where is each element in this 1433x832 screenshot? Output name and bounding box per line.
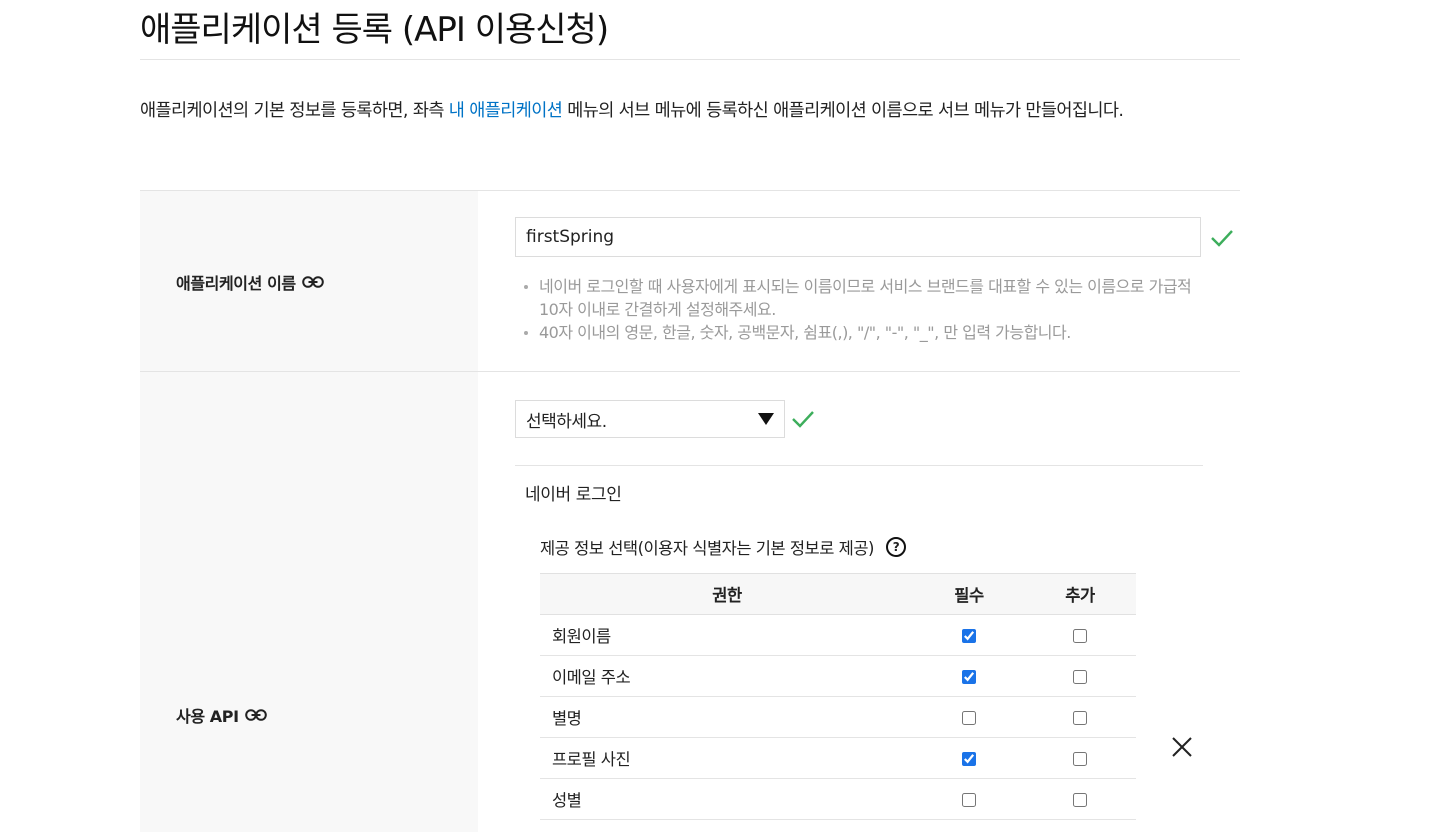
- my-applications-link[interactable]: 내 애플리케이션: [449, 101, 563, 121]
- permission-name: 프로필 사진: [540, 737, 914, 779]
- app-name-label: 애플리케이션 이름: [176, 270, 324, 294]
- api-label-cell: 사용 API: [140, 372, 478, 832]
- intro-text: 애플리케이션의 기본 정보를 등록하면, 좌측 내 애플리케이션 메뉴의 서브 …: [140, 93, 1240, 130]
- column-header-optional: 추가: [1024, 573, 1136, 615]
- required-checkbox[interactable]: [962, 711, 976, 725]
- required-checkbox[interactable]: [962, 793, 976, 807]
- table-row: 성별: [540, 778, 1136, 820]
- selected-api-name: 네이버 로그인: [525, 485, 622, 505]
- optional-checkbox[interactable]: [1073, 752, 1087, 766]
- table-row: 이메일 주소: [540, 655, 1136, 697]
- app-name-label-text: 애플리케이션 이름: [176, 274, 296, 293]
- api-label: 사용 API: [176, 703, 267, 727]
- api-label-text: 사용 API: [176, 707, 239, 726]
- permission-table: 권한 필수 추가 회원이름 이메일 주소 별명 프로필 사진 성별: [540, 573, 1136, 820]
- page-title: 애플리케이션 등록 (API 이용신청): [140, 10, 609, 50]
- required-checkbox[interactable]: [962, 752, 976, 766]
- optional-checkbox[interactable]: [1073, 670, 1087, 684]
- optional-checkbox[interactable]: [1073, 711, 1087, 725]
- permission-name: 별명: [540, 696, 914, 738]
- check-icon: [1211, 230, 1233, 247]
- provided-info-heading-text: 제공 정보 선택(이용자 식별자는 기본 정보로 제공): [540, 539, 874, 558]
- app-name-input[interactable]: [515, 217, 1201, 257]
- table-row: 회원이름: [540, 614, 1136, 656]
- provided-info-heading: 제공 정보 선택(이용자 식별자는 기본 정보로 제공) ?: [540, 535, 906, 559]
- optional-checkbox[interactable]: [1073, 629, 1087, 643]
- column-header-permission: 권한: [540, 573, 914, 615]
- link-icon[interactable]: [301, 276, 324, 288]
- title-divider: [140, 59, 1240, 60]
- api-divider: [515, 465, 1203, 466]
- hint-item: 네이버 로그인할 때 사용자에게 표시되는 이름이므로 서비스 브랜드를 대표할…: [522, 275, 1197, 321]
- question-circle-icon[interactable]: ?: [885, 537, 906, 557]
- intro-text-end: 메뉴의 서브 메뉴에 등록하신 애플리케이션 이름으로 서브 메뉴가 만들어집니…: [562, 101, 1124, 121]
- permission-table-header: 권한 필수 추가: [540, 573, 1136, 615]
- close-icon[interactable]: [1172, 737, 1192, 757]
- dropdown-arrow-icon: [758, 413, 774, 425]
- api-row: 사용 API 선택하세요. 네이버 로그인 제공 정보 선택(이용자 식별자는 …: [140, 371, 1240, 832]
- link-icon[interactable]: [244, 709, 267, 721]
- api-select-value: 선택하세요.: [526, 411, 607, 432]
- permission-name: 회원이름: [540, 614, 914, 656]
- intro-text-start: 애플리케이션의 기본 정보를 등록하면, 좌측: [140, 101, 449, 121]
- app-name-label-cell: 애플리케이션 이름: [140, 191, 478, 372]
- hint-item: 40자 이내의 영문, 한글, 숫자, 공백문자, 쉼표(,), "/", "-…: [522, 321, 1197, 344]
- table-row: 프로필 사진: [540, 737, 1136, 779]
- check-icon: [792, 411, 814, 428]
- permission-name: 이메일 주소: [540, 655, 914, 697]
- required-checkbox[interactable]: [962, 670, 976, 684]
- column-header-required: 필수: [914, 573, 1024, 615]
- table-row: 별명: [540, 696, 1136, 738]
- app-name-hints: 네이버 로그인할 때 사용자에게 표시되는 이름이므로 서비스 브랜드를 대표할…: [522, 275, 1197, 344]
- api-select[interactable]: 선택하세요.: [515, 400, 785, 438]
- app-name-row: 애플리케이션 이름 네이버 로그인할 때 사용자에게 표시되는 이름이므로 서비…: [140, 190, 1240, 372]
- optional-checkbox[interactable]: [1073, 793, 1087, 807]
- required-checkbox[interactable]: [962, 629, 976, 643]
- permission-name: 성별: [540, 778, 914, 820]
